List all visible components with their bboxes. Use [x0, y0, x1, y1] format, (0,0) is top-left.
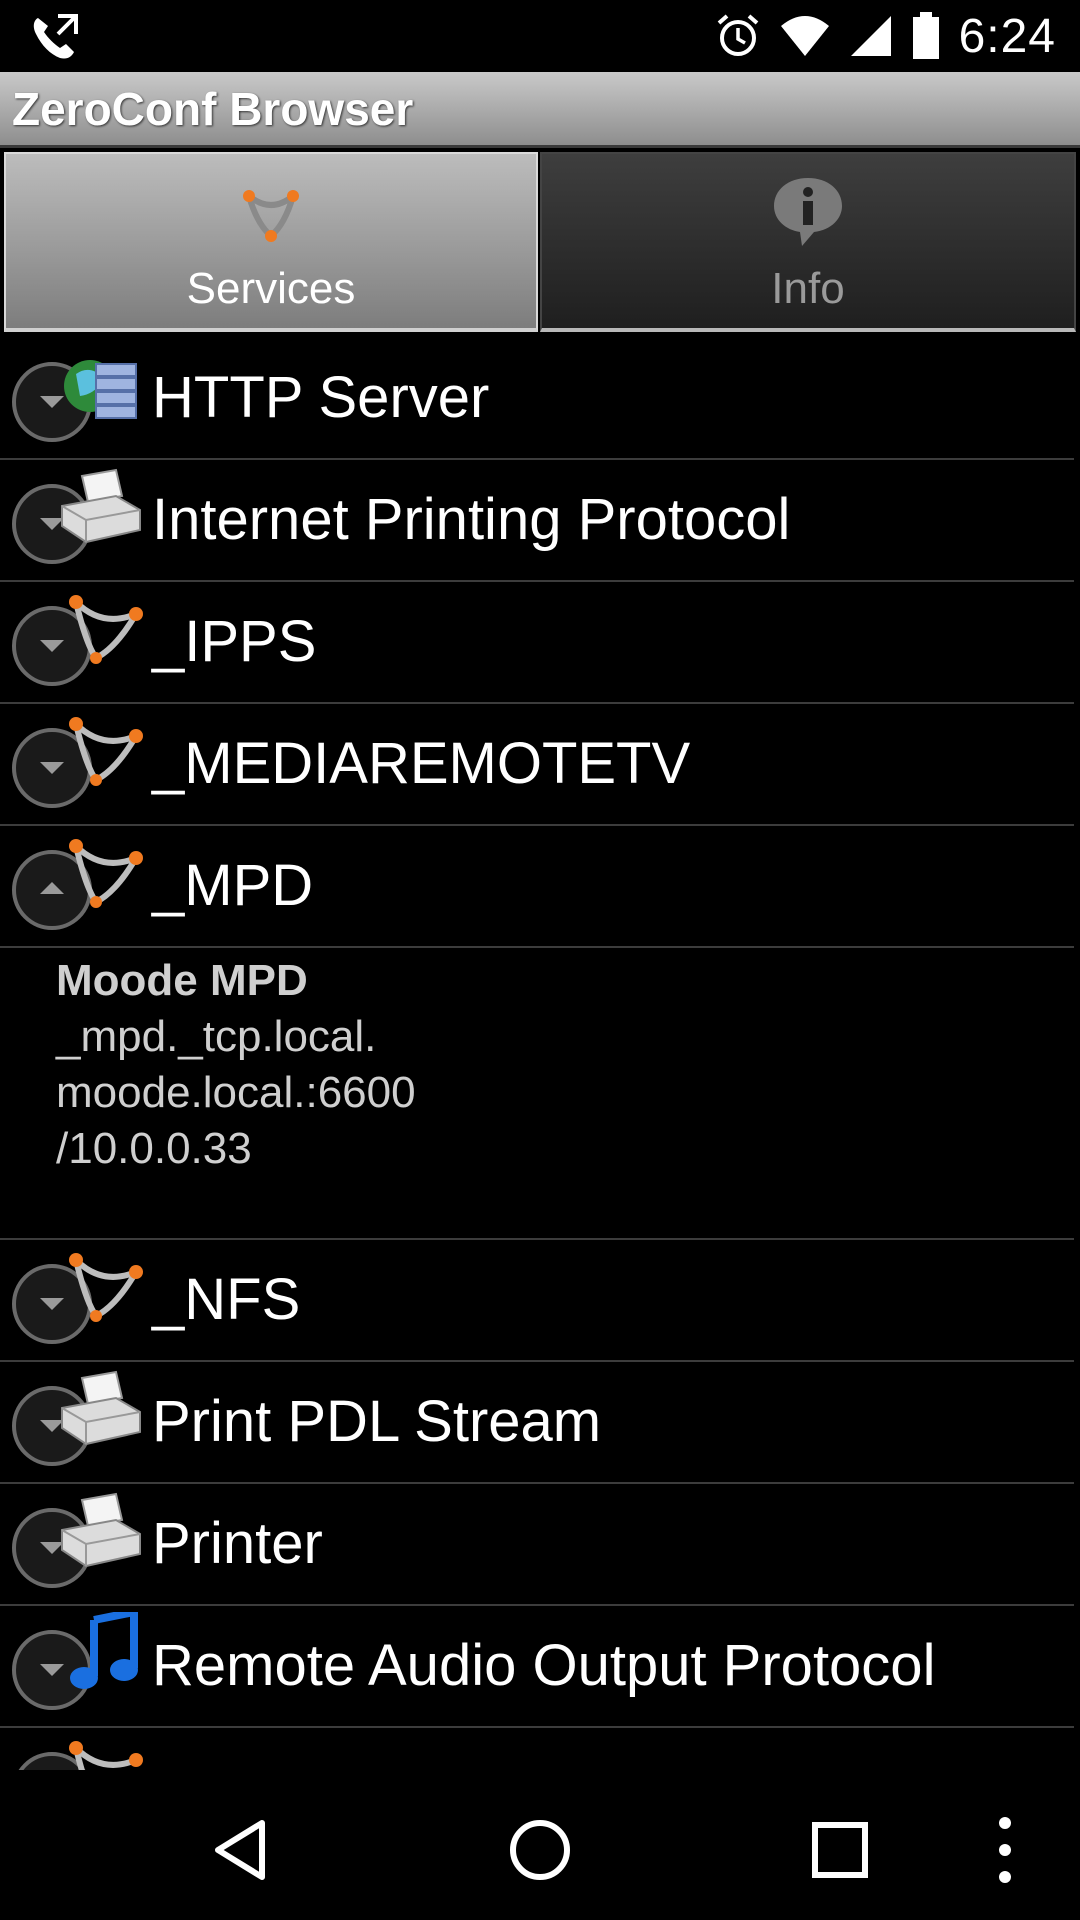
service-label: Remote Audio Output Protocol: [152, 1633, 936, 1698]
service-row-ipps[interactable]: _IPPS: [0, 582, 1074, 704]
web-server-icon: [64, 360, 137, 419]
printer-icon: [61, 1492, 141, 1568]
alarm-icon: [717, 14, 758, 56]
service-row-nfs[interactable]: _NFS: [0, 1240, 1074, 1362]
service-instance-name: Moode MPD: [56, 956, 308, 1005]
network-nodes-icon: [69, 595, 143, 664]
back-icon[interactable]: [206, 1815, 276, 1885]
home-icon[interactable]: [505, 1815, 575, 1885]
service-label: _MEDIAREMOTETV: [152, 731, 691, 796]
service-label: _NFS: [152, 1267, 301, 1332]
service-row-mediaremotetv[interactable]: _MEDIAREMOTETV: [0, 704, 1074, 826]
navigation-bar: [0, 1770, 1080, 1920]
status-time: 6:24: [958, 9, 1056, 63]
service-row-printer[interactable]: Printer: [0, 1484, 1074, 1606]
service-label: Printer: [152, 1511, 323, 1576]
service-type: _mpd._tcp.local.: [56, 1012, 377, 1061]
service-ip-address: /10.0.0.33: [56, 1124, 252, 1173]
phone-call-icon: [33, 14, 78, 59]
service-row-partial[interactable]: [0, 1728, 1074, 1770]
tab-services[interactable]: Services: [4, 152, 538, 332]
tab-info-label: Info: [771, 264, 845, 313]
service-row-http-server[interactable]: HTTP Server: [0, 338, 1074, 460]
wifi-icon: [780, 16, 829, 56]
network-nodes-icon: [69, 1253, 143, 1322]
network-nodes-icon: [69, 717, 143, 786]
service-label: _MPD: [152, 853, 314, 918]
battery-icon: [912, 12, 939, 59]
status-bar: 6:24: [0, 0, 1080, 72]
network-nodes-icon: [69, 1741, 143, 1770]
printer-icon: [61, 468, 141, 544]
service-detail-moode-mpd[interactable]: Moode MPD _mpd._tcp.local. moode.local.:…: [0, 942, 1074, 1240]
printer-icon: [61, 1370, 141, 1446]
service-row-remote-audio-output-protocol[interactable]: Remote Audio Output Protocol: [0, 1606, 1074, 1728]
network-nodes-icon: [243, 190, 299, 242]
app-title: ZeroConf Browser: [12, 83, 414, 135]
tab-info[interactable]: Info: [540, 152, 1076, 332]
service-row-print-pdl-stream[interactable]: Print PDL Stream: [0, 1362, 1074, 1484]
info-bubble-icon: [774, 178, 842, 246]
service-host-port: moode.local.:6600: [56, 1068, 416, 1117]
app-title-bar: ZeroConf Browser: [0, 72, 1080, 148]
service-label: Print PDL Stream: [152, 1389, 602, 1454]
service-label: HTTP Server: [152, 365, 490, 430]
recents-icon[interactable]: [805, 1815, 875, 1885]
service-row-mpd[interactable]: _MPD: [0, 826, 1074, 948]
network-nodes-icon: [69, 839, 143, 908]
service-label: Internet Printing Protocol: [152, 487, 791, 552]
overflow-menu-icon[interactable]: [985, 1815, 1025, 1885]
tab-bar: Services Info: [0, 148, 1080, 338]
cell-signal-icon: [850, 16, 891, 56]
service-label: _IPPS: [152, 609, 317, 674]
service-row-internet-printing-protocol[interactable]: Internet Printing Protocol: [0, 460, 1074, 582]
services-list: HTTP Server Internet Printing Protocol _…: [0, 338, 1080, 1770]
music-note-icon: [70, 1612, 138, 1689]
tab-services-label: Services: [186, 264, 356, 313]
